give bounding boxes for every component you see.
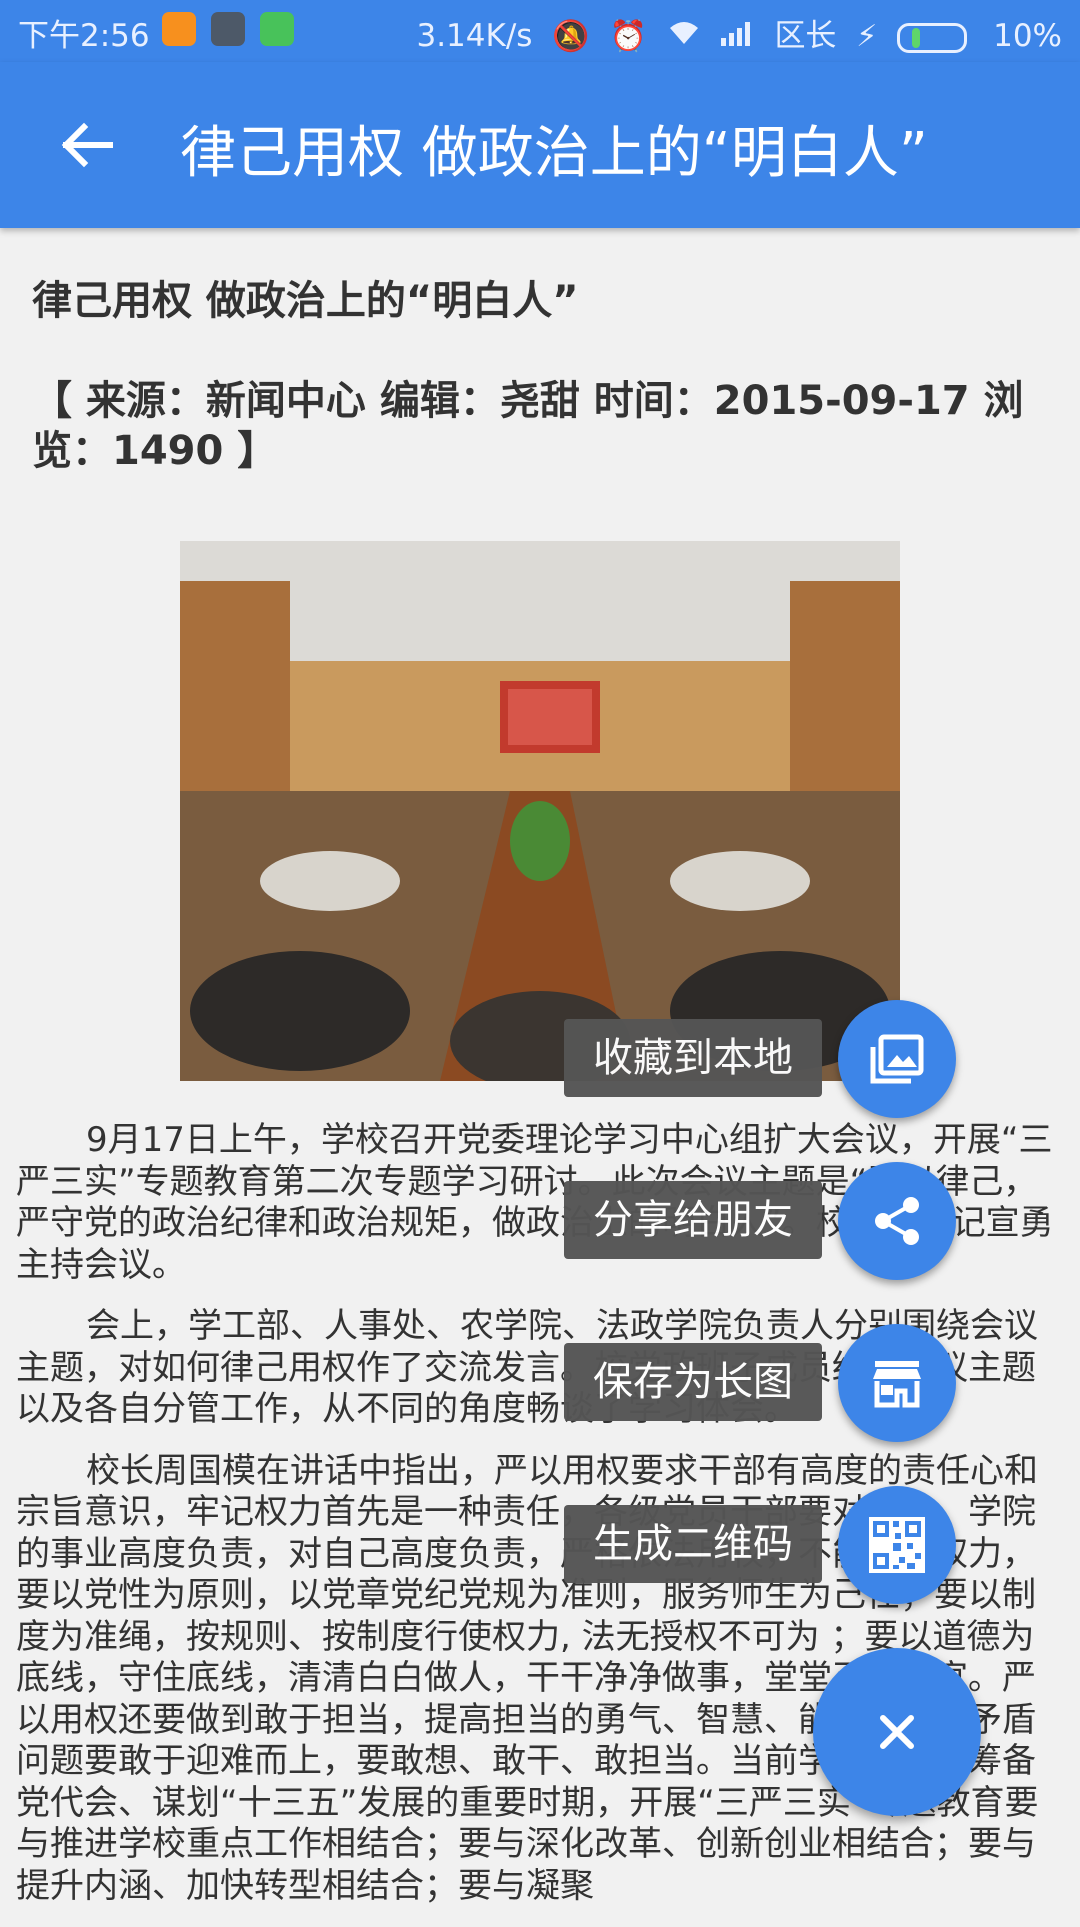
qr-code-icon: [869, 1517, 925, 1573]
signal-icon: [720, 19, 755, 54]
status-bar: 下午2:56 3.14K/s 🔕 ⏰ 区长 ⚡ 10%: [0, 0, 1080, 62]
article-title: 律己用权 做政治上的“明白人”: [32, 278, 579, 324]
alarm-icon: ⏰: [609, 19, 647, 54]
save-local-button[interactable]: [838, 1000, 956, 1118]
uc-browser-icon: [162, 12, 196, 46]
close-menu-button[interactable]: [813, 1648, 981, 1816]
article-meta: 【 来源：新闻中心 编辑：尧甜 时间：2015-09-17 浏览：1490 】: [32, 378, 1024, 474]
wifi-icon: [667, 19, 701, 54]
back-button[interactable]: [52, 110, 122, 180]
net-speed: 3.14K/s: [416, 18, 533, 54]
qr-code-label[interactable]: 生成二维码: [564, 1505, 822, 1583]
save-long-image-label[interactable]: 保存为长图: [564, 1343, 822, 1421]
carrier: 区长: [774, 18, 837, 54]
qr-code-button[interactable]: [838, 1486, 956, 1604]
arrow-left-icon: [61, 122, 113, 168]
battery-icon: [897, 22, 968, 53]
meeting-room-photo[interactable]: [180, 541, 900, 1081]
share-button[interactable]: [838, 1162, 956, 1280]
page-title: 律己用权 做政治上的“明白人”: [180, 121, 928, 186]
status-right: 3.14K/s 🔕 ⏰ 区长 ⚡ 10%: [406, 10, 1062, 55]
store-icon: [873, 1361, 921, 1408]
image-icon: [870, 1034, 924, 1084]
close-icon: [880, 1715, 914, 1749]
status-time: 下午2:56: [18, 18, 150, 54]
save-local-label[interactable]: 收藏到本地: [564, 1019, 822, 1097]
app-bar: 律己用权 做政治上的“明白人”: [0, 62, 1080, 228]
mute-icon: 🔕: [552, 19, 590, 54]
photo-illustration: [180, 541, 900, 1081]
app-icon: [211, 12, 245, 46]
battery-level: 10%: [993, 18, 1062, 54]
save-long-image-button[interactable]: [838, 1324, 956, 1442]
share-icon: [875, 1197, 919, 1245]
android-icon: [260, 12, 294, 46]
share-label[interactable]: 分享给朋友: [564, 1181, 822, 1259]
charging-icon: ⚡: [856, 19, 878, 54]
